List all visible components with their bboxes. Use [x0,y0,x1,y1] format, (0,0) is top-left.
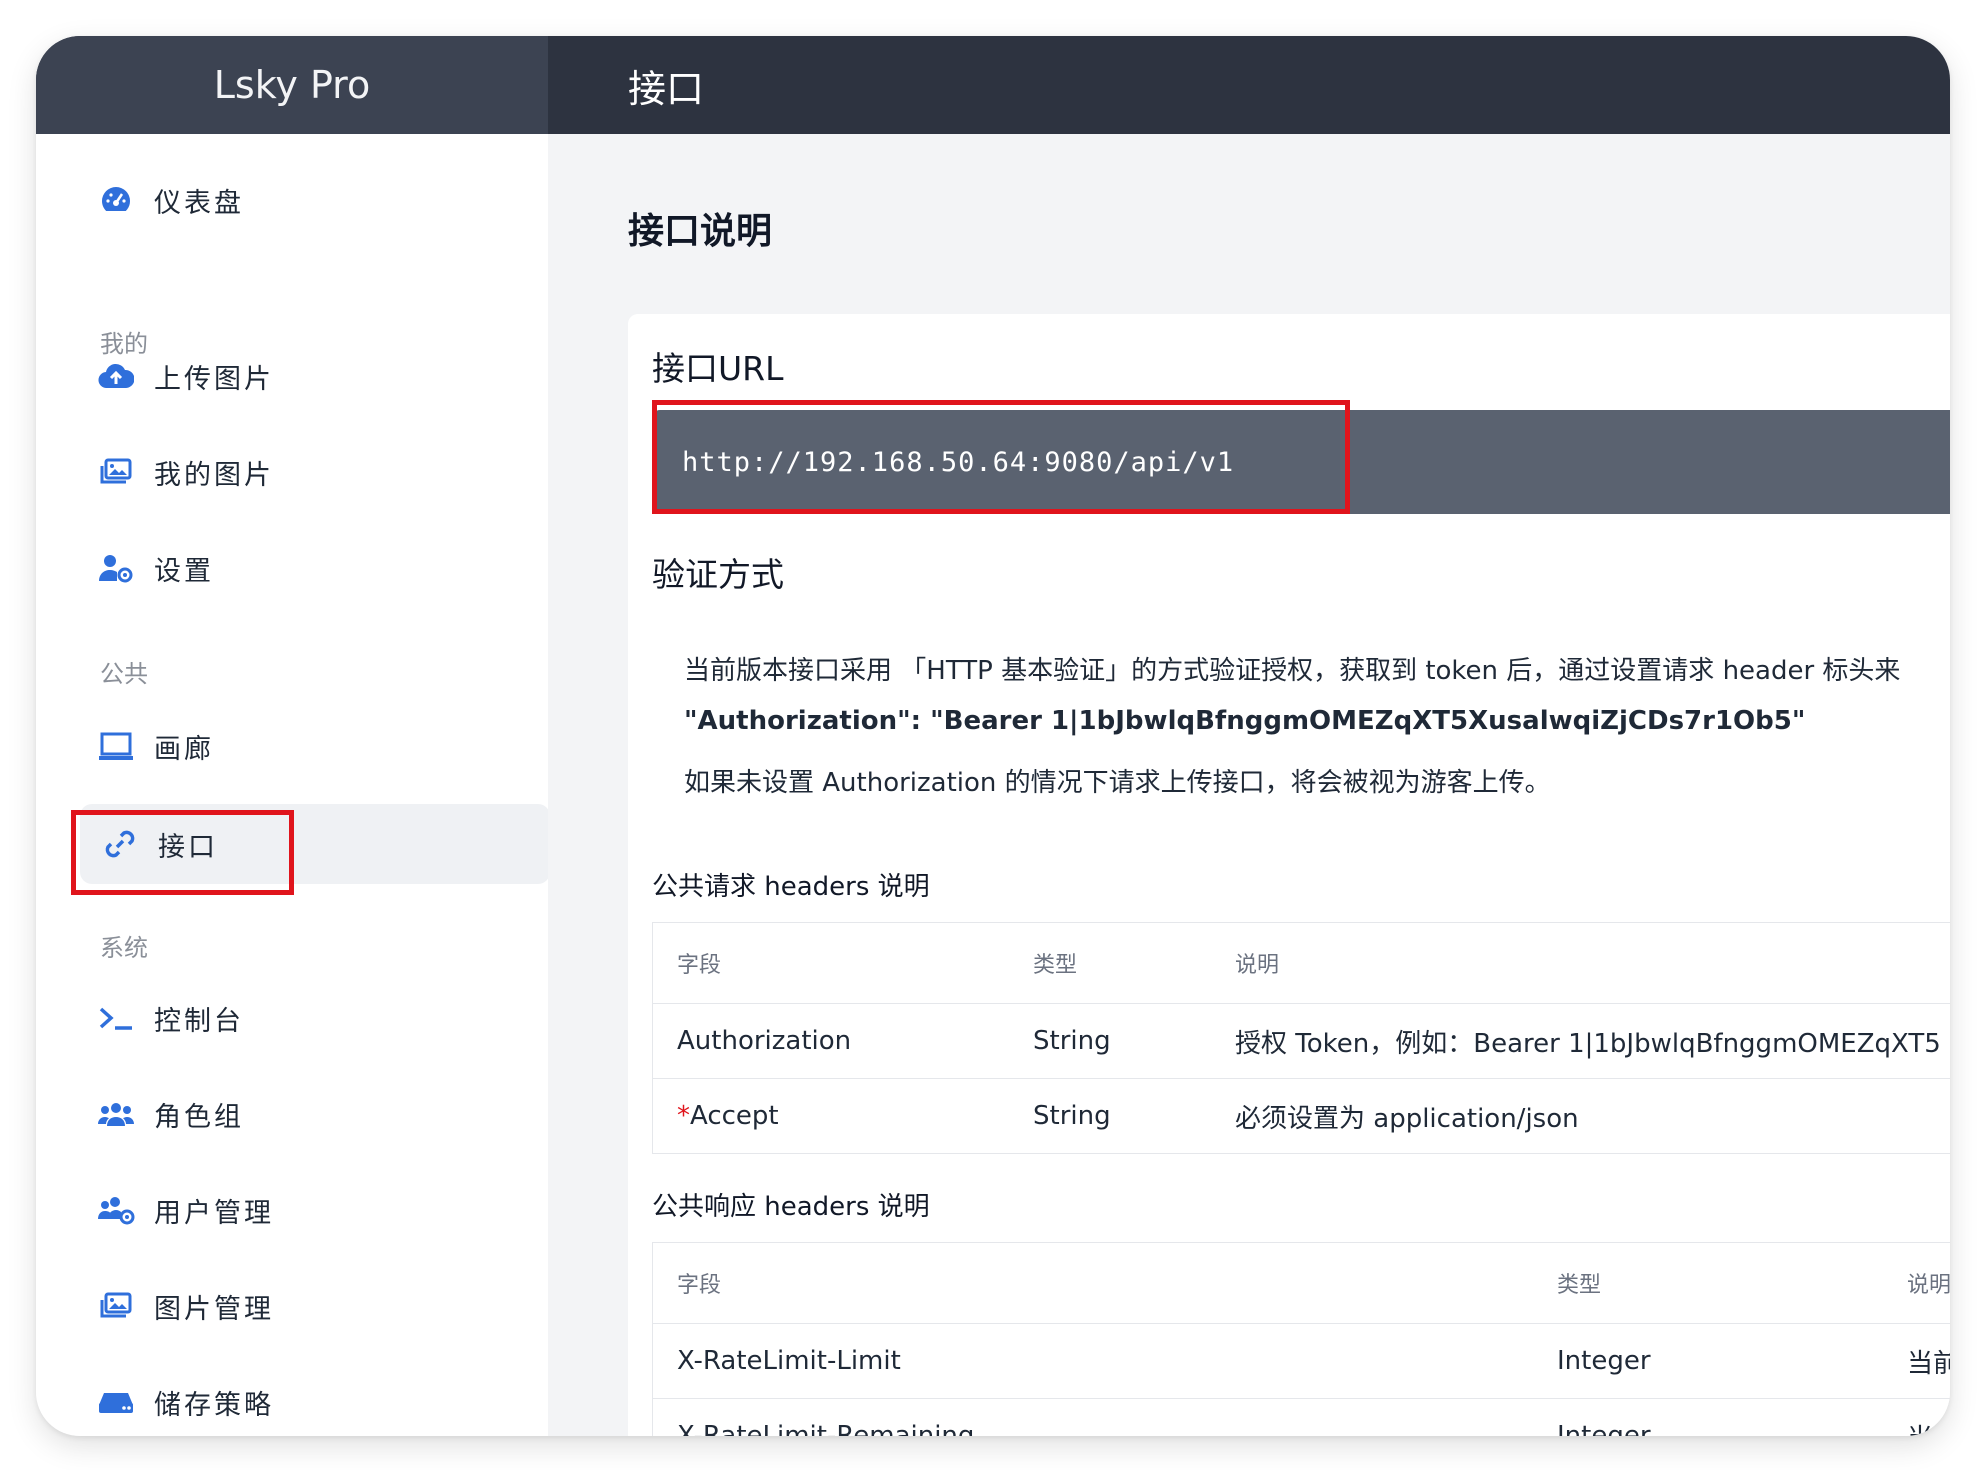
table-row: X-RateLimit-Remaining Integer 当前 [653,1399,1950,1436]
images-manage-icon [96,1286,136,1326]
page-title: 接口 [628,66,705,111]
column-header-type: 类型 [1033,953,1078,978]
dashboard-icon [96,180,136,220]
sidebar-item-image-manage[interactable]: 图片管理 [92,1266,492,1346]
response-headers-table: 字段 类型 说明 X-RateLimit-Limit Integer 当前 X-… [652,1242,1950,1436]
header-field-desc: 当前 [1907,1399,1950,1437]
header-field-desc: 授权 Token，例如：Bearer 1|1bJbwlqBfnggmOMEZqX… [1235,1028,1941,1059]
sidebar-item-roles[interactable]: 角色组 [92,1074,492,1154]
header-field-type: Integer [1557,1346,1651,1376]
column-header-desc: 说明 [1907,1273,1950,1298]
sidebar-item-label: 角色组 [154,1101,244,1133]
users-icon [96,1094,136,1134]
storage-icon [96,1382,136,1422]
table-row: X-RateLimit-Limit Integer 当前 [653,1324,1950,1399]
table-header-row: 字段 类型 说明 [653,1243,1950,1324]
sidebar-item-label: 画廊 [154,733,214,765]
section-heading: 接口说明 [628,211,773,252]
auth-guest-note: 如果未设置 Authorization 的情况下请求上传接口，将会被视为游客上传… [684,768,1551,798]
sidebar-item-settings[interactable]: 设置 [92,528,492,608]
header-field-type: Integer [1557,1421,1651,1436]
header-field-type: String [1033,1026,1111,1056]
header-field-desc: 当前 [1907,1348,1950,1379]
section-title-public: 公共 [100,660,148,688]
sidebar-item-label: 仪表盘 [154,187,244,219]
sidebar-item-console[interactable]: 控制台 [92,978,492,1058]
header-field-desc: 必须设置为 application/json [1235,1103,1579,1134]
top-bar: Lsky Pro 接口 [36,36,1950,134]
auth-description: 当前版本接口采用 「HTTP 基本验证」的方式验证授权，获取到 token 后，… [684,656,1901,686]
section-title-system: 系统 [100,934,148,962]
highlight-box-api-nav [71,810,294,895]
api-url-heading: 接口URL [652,349,784,388]
brand-logo[interactable]: Lsky Pro [36,36,548,134]
sidebar-item-my-images[interactable]: 我的图片 [92,432,492,512]
column-header-type: 类型 [1557,1273,1602,1298]
sidebar-item-label: 控制台 [154,1005,244,1037]
header-field-name: X-RateLimit-Remaining [677,1421,975,1436]
terminal-icon [96,998,136,1038]
header-field-type: String [1033,1101,1111,1131]
column-header-field: 字段 [677,953,722,978]
auth-heading: 验证方式 [652,555,784,594]
sidebar-item-gallery[interactable]: 画廊 [92,706,492,786]
main-content: 接口说明 接口URL http://192.168.50.64:9080/api… [548,134,1950,1436]
sidebar-item-storage[interactable]: 储存策略 [92,1362,492,1436]
users-settings-icon [96,1190,136,1230]
request-headers-heading: 公共请求 headers 说明 [652,872,930,902]
user-settings-icon [96,548,136,588]
header-field-name: Authorization [677,1026,852,1056]
request-headers-table: 字段 类型 说明 Authorization String 授权 Token，例… [652,922,1950,1154]
sidebar-item-dashboard[interactable]: 仪表盘 [92,160,492,240]
table-header-row: 字段 类型 说明 [653,923,1950,1004]
column-header-field: 字段 [677,1273,722,1298]
table-row: * Accept String 必须设置为 application/json [653,1079,1950,1153]
header-field-name: * Accept [677,1079,779,1153]
header-field-name-text: Accept [690,1101,779,1131]
app-window: Lsky Pro 接口 仪表盘 我的 上传图片 我的图片 设置 公共 画廊 接口… [36,36,1950,1436]
table-row: Authorization String 授权 Token，例如：Bearer … [653,1004,1950,1079]
sidebar-item-upload[interactable]: 上传图片 [92,336,492,416]
header-field-name: X-RateLimit-Limit [677,1346,901,1376]
images-icon [96,452,136,492]
column-header-desc: 说明 [1235,953,1280,978]
sidebar-item-label: 设置 [154,555,214,587]
highlight-box-api-url [652,400,1350,514]
sidebar-item-label: 用户管理 [154,1197,274,1229]
sidebar-item-label: 我的图片 [154,459,274,491]
sidebar-item-label: 图片管理 [154,1293,274,1325]
required-mark: * [677,1101,690,1131]
sidebar-item-users[interactable]: 用户管理 [92,1170,492,1250]
response-headers-heading: 公共响应 headers 说明 [652,1192,930,1222]
sidebar-item-label: 储存策略 [154,1389,274,1421]
gallery-icon [96,726,136,766]
cloud-upload-icon [96,356,136,396]
auth-example-header: "Authorization": "Bearer 1|1bJbwlqBfnggm… [684,706,1806,736]
sidebar-item-label: 上传图片 [154,363,274,395]
sidebar: 仪表盘 我的 上传图片 我的图片 设置 公共 画廊 接口 系统 控制台 角色组 … [36,134,550,1436]
